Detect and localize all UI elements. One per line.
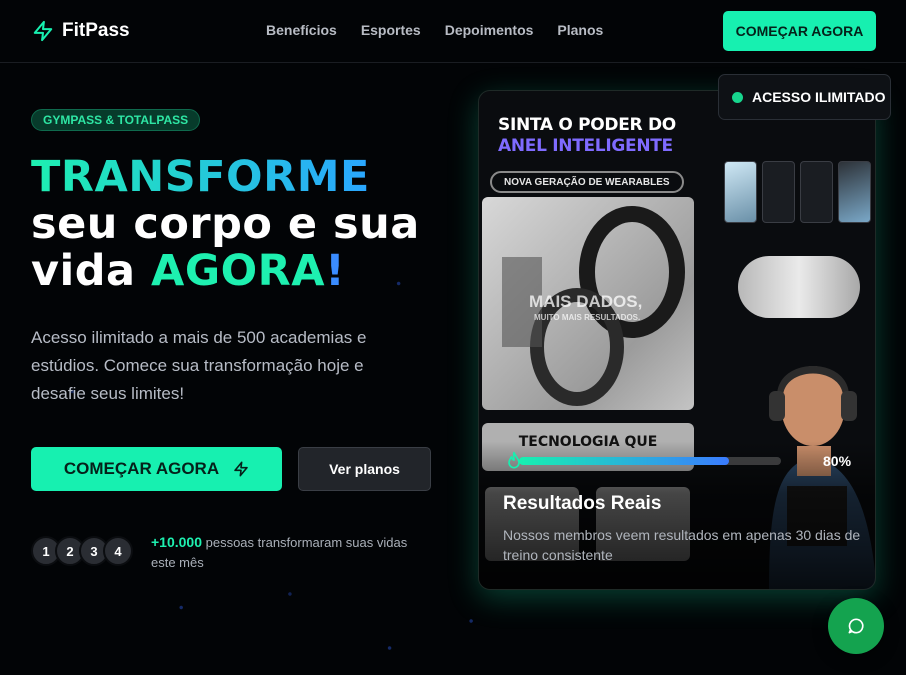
avatar-group: 1 2 3 4 (31, 536, 133, 566)
bolt-icon (234, 461, 248, 477)
phone-screen (724, 161, 757, 223)
start-now-button[interactable]: COMEÇAR AGORA (31, 447, 282, 491)
ring-text: MAIS DADOS, (529, 292, 643, 311)
ad-title-line1: SINTA O PODER DO (498, 115, 676, 135)
ad-title-line2: ANEL INTELIGENTE (498, 136, 673, 156)
ring-subtext: MUITO MAIS RESULTADOS. (534, 313, 641, 322)
hero-title-exclaim: ! (325, 246, 346, 296)
flame-icon (508, 451, 520, 469)
chat-button[interactable] (828, 598, 884, 654)
phone-screen (800, 161, 833, 223)
chat-icon (848, 618, 864, 634)
results-title: Resultados Reais (503, 493, 662, 514)
social-proof: +10.000 pessoas transformaram suas vidas… (151, 532, 431, 573)
bolt-icon (33, 20, 53, 42)
nav-item-beneficios[interactable]: Benefícios (266, 22, 337, 38)
hero-media-card: SINTA O PODER DO ANEL INTELIGENTE NOVA G… (478, 90, 876, 590)
ring-closeup (738, 256, 860, 318)
hero-title-line3a: vida (31, 246, 152, 296)
unlimited-access-badge: ACESSO ILIMITADO (718, 74, 891, 120)
ad-pill: NOVA GERAÇÃO DE WEARABLES (490, 171, 684, 193)
hero-title-line2: seu corpo e sua (31, 199, 420, 249)
ad-image: SINTA O PODER DO ANEL INTELIGENTE NOVA G… (479, 91, 875, 589)
hero-title-line1: TRANSFORME (31, 152, 370, 202)
progress-fill (519, 457, 729, 465)
ring-image: MAIS DADOS, MUITO MAIS RESULTADOS. (482, 197, 694, 410)
top-header: FitPass Benefícios Esportes Depoimentos … (0, 0, 906, 63)
progress-label: 80% (823, 453, 852, 469)
social-count: +10.000 (151, 534, 202, 550)
results-description: Nossos membros veem resultados em apenas… (503, 527, 861, 563)
status-dot (732, 91, 743, 103)
start-now-label: COMEÇAR AGORA (63, 459, 220, 478)
phone-screen (838, 161, 871, 223)
hero-title: TRANSFORME seu corpo e sua vida AGORA! (31, 154, 420, 295)
nav-item-esportes[interactable]: Esportes (361, 22, 421, 38)
avatar: 4 (103, 536, 133, 566)
app-screens (724, 161, 874, 223)
ad-title: SINTA O PODER DO ANEL INTELIGENTE (498, 115, 676, 157)
phone-screen (762, 161, 795, 223)
unlimited-label: ACESSO ILIMITADO (752, 89, 886, 105)
nav-item-depoimentos[interactable]: Depoimentos (445, 22, 534, 38)
nav-item-planos[interactable]: Planos (557, 22, 603, 38)
hero-lead: Acesso ilimitado a mais de 500 academias… (31, 328, 367, 403)
view-plans-button[interactable]: Ver planos (298, 447, 431, 491)
hero-title-highlight: AGORA (151, 246, 326, 296)
brand-logo[interactable]: FitPass (32, 19, 130, 43)
partners-badge: GYMPASS & TOTALPASS (31, 109, 201, 131)
brand-name: FitPass (62, 20, 130, 41)
header-cta-button[interactable]: COMEÇAR AGORA (723, 11, 876, 51)
main-nav: Benefícios Esportes Depoimentos Planos (266, 22, 603, 38)
